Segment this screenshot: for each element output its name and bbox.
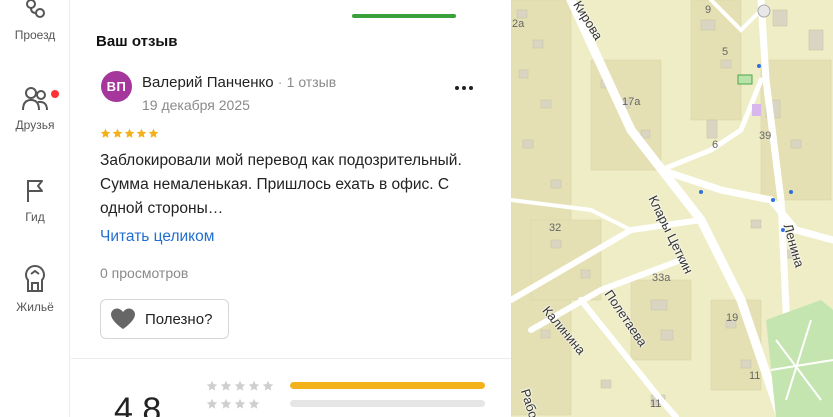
useful-label: Полезно? [145,310,213,328]
friends-icon [0,86,70,112]
rail-label: Друзья [15,118,55,132]
review-stars [100,128,159,139]
star-icon [124,128,135,138]
notification-dot [51,90,59,98]
house-number: 2а [512,18,525,30]
heart-icon [111,308,135,329]
star-icon [262,380,274,391]
house-number: 9 [705,4,712,16]
map-canvas [511,0,833,417]
house-number: 32 [549,222,562,234]
author-name[interactable]: Валерий Панченко [142,74,274,91]
useful-button[interactable]: Полезно? [100,299,229,339]
rail-item-housing[interactable]: Жильё [0,264,70,314]
dot [455,86,459,90]
rating-row-bar [290,400,485,407]
rating-row-stars [206,380,274,392]
house-number: 17а [622,96,641,108]
rail-item-friends[interactable]: Друзья [0,86,70,132]
map[interactable]: Кирова Клары Цеткин Ленина Полетаева Кал… [511,0,833,417]
left-rail: Проезд Друзья Гид Жильё [0,0,70,417]
rating-row-fill [290,382,485,389]
rail-label: Проезд [14,28,56,42]
house-number: 5 [722,46,729,58]
star-icon [100,128,111,138]
rail-item-guide[interactable]: Гид [0,178,70,224]
rail-item-route[interactable]: Проезд [0,0,70,42]
active-tab-indicator [352,14,456,18]
dot [469,86,473,90]
review-date: 19 декабря 2025 [142,97,250,113]
separator: · [277,74,283,91]
house-number: 33а [652,272,671,284]
star-icon [206,398,218,409]
star-icon [234,380,246,391]
rating-row [206,380,485,392]
review-count: 1 отзыв [286,74,337,90]
house-number: 11 [749,370,761,382]
rating-row [206,398,485,410]
rail-label: Гид [25,210,45,224]
rail-label: Жильё [16,300,54,314]
avatar[interactable]: ВП [101,71,132,102]
house-number: 19 [726,312,739,324]
review-panel: Ваш отзыв ВП Валерий Панченко · 1 отзыв 19… [71,0,511,417]
purple-poi-icon[interactable] [752,104,761,116]
rating-value: 4,8 [114,391,162,417]
read-more-link[interactable]: Читать целиком [100,228,214,246]
star-icon [206,380,218,391]
map-poi-icon[interactable] [757,4,771,18]
star-icon [136,128,147,138]
housing-icon [0,264,70,294]
flag-icon [0,178,70,204]
route-icon [0,0,70,22]
star-icon [112,128,123,138]
star-icon [148,128,159,138]
section-title: Ваш отзыв [96,33,178,50]
rating-row-bar [290,382,485,389]
star-icon [248,380,260,391]
star-icon [248,398,260,409]
star-icon [220,398,232,409]
more-options-button[interactable] [449,78,479,98]
house-number: 11 [650,398,662,410]
rating-row-stars [206,398,260,410]
author-line: Валерий Панченко · 1 отзыв [142,74,336,91]
view-count: 0 просмотров [100,265,189,281]
star-icon [234,398,246,409]
green-poi-icon[interactable] [737,74,753,85]
dot [462,86,466,90]
house-number: 6 [712,139,719,151]
divider [71,358,511,359]
review-text: Заблокировали мой перевод как подозрител… [100,152,462,217]
star-icon [220,380,232,391]
house-number: 39 [759,130,772,142]
